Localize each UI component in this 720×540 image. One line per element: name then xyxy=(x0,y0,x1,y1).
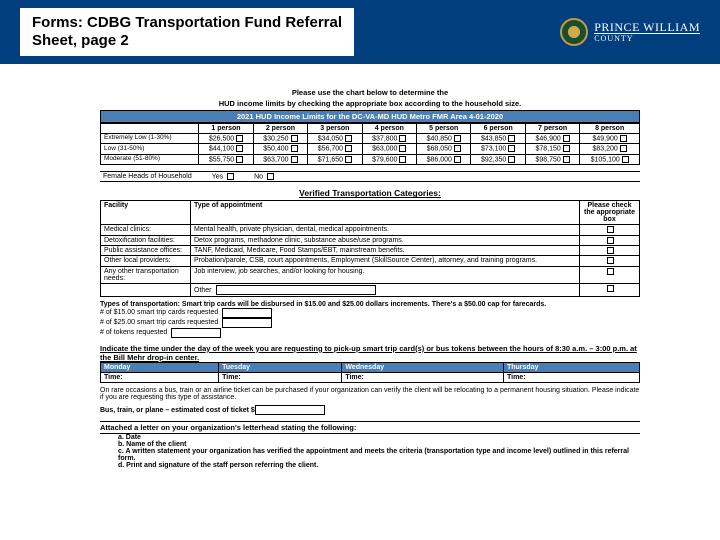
checkbox[interactable] xyxy=(345,145,352,152)
checkbox-no[interactable] xyxy=(267,173,274,180)
checkbox[interactable] xyxy=(607,226,614,233)
checkbox[interactable] xyxy=(291,145,298,152)
types-of-transportation: Types of transportation: Smart trip card… xyxy=(100,301,640,308)
categories-title: Verified Transportation Categories: xyxy=(100,188,640,198)
table-row: Medical clinics:Mental health, private p… xyxy=(101,225,640,235)
form-page: Please use the chart below to determine … xyxy=(0,64,720,469)
schedule-instruction: Indicate the time under the day of the w… xyxy=(100,344,640,362)
categories-table: Facility Type of appointment Please chec… xyxy=(100,200,640,296)
checkbox[interactable] xyxy=(236,145,243,152)
other-input[interactable] xyxy=(216,285,376,295)
attach-list: a. Date b. Name of the client c. A writt… xyxy=(100,434,640,469)
checkbox[interactable] xyxy=(399,156,406,163)
table-row: Public assistance offices:TANF, Medicaid… xyxy=(101,246,640,256)
checkbox[interactable] xyxy=(622,156,629,163)
table-row: Low (31-50%) $44,100 $50,400 $56,700 $63… xyxy=(101,144,640,154)
checkbox[interactable] xyxy=(563,145,570,152)
slide-title-box: Forms: CDBG Transportation Fund Referral… xyxy=(20,8,354,56)
county-name: PRINCE WILLIAM COUNTY xyxy=(594,21,700,43)
checkbox[interactable] xyxy=(620,145,627,152)
county-logo: PRINCE WILLIAM COUNTY xyxy=(560,18,700,46)
intro-line-2: HUD income limits by checking the approp… xyxy=(100,99,640,108)
checkbox[interactable] xyxy=(345,135,352,142)
checkbox[interactable] xyxy=(236,135,243,142)
table-row: MondayTuesdayWednesdayThursday xyxy=(101,362,640,372)
table-row: Any other transportation needs:Job inter… xyxy=(101,266,640,283)
checkbox[interactable] xyxy=(607,237,614,244)
table-row: Other xyxy=(101,283,640,296)
checkbox[interactable] xyxy=(454,135,461,142)
checkbox[interactable] xyxy=(236,156,243,163)
checkbox[interactable] xyxy=(563,156,570,163)
title-line-1: Forms: CDBG Transportation Fund Referral xyxy=(32,14,342,32)
income-table: 1 person2 person3 person4 person 5 perso… xyxy=(100,123,640,165)
checkbox[interactable] xyxy=(399,145,406,152)
checkbox[interactable] xyxy=(399,135,406,142)
attach-header: Attached a letter on your organization's… xyxy=(100,421,640,434)
seal-icon xyxy=(560,18,588,46)
checkbox[interactable] xyxy=(345,156,352,163)
title-line-2: Sheet, page 2 xyxy=(32,32,342,50)
checkbox[interactable] xyxy=(454,145,461,152)
checkbox[interactable] xyxy=(508,156,515,163)
intro-line-1: Please use the chart below to determine … xyxy=(100,88,640,97)
table-row: Facility Type of appointment Please chec… xyxy=(101,201,640,225)
qty-input[interactable] xyxy=(222,318,272,328)
table-row: 1 person2 person3 person4 person 5 perso… xyxy=(101,124,640,134)
checkbox[interactable] xyxy=(607,268,614,275)
income-table-title: 2021 HUD Income Limits for the DC-VA-MD … xyxy=(100,110,640,123)
qty-input[interactable] xyxy=(222,308,272,318)
cost-input[interactable] xyxy=(255,405,325,415)
checkbox-yes[interactable] xyxy=(227,173,234,180)
checkbox[interactable] xyxy=(508,145,515,152)
table-row: Other local providers:Probation/parole, … xyxy=(101,256,640,266)
schedule-table: MondayTuesdayWednesdayThursday Time:Time… xyxy=(100,362,640,383)
table-row: Moderate (51-80%) $55,750 $63,700 $71,65… xyxy=(101,154,640,164)
checkbox[interactable] xyxy=(607,247,614,254)
checkbox[interactable] xyxy=(563,135,570,142)
table-row: Time:Time:Time:Time: xyxy=(101,372,640,382)
table-row: Extremely Low (1-30%) $26,500 $30,250 $3… xyxy=(101,134,640,144)
female-head-row: Female Heads of Household Yes No xyxy=(100,171,640,182)
qty-input[interactable] xyxy=(171,328,221,338)
checkbox[interactable] xyxy=(454,156,461,163)
table-row: Detoxification facilities:Detox programs… xyxy=(101,235,640,245)
checkbox[interactable] xyxy=(607,257,614,264)
slide-header: Forms: CDBG Transportation Fund Referral… xyxy=(0,0,720,64)
checkbox[interactable] xyxy=(508,135,515,142)
checkbox[interactable] xyxy=(620,135,627,142)
checkbox[interactable] xyxy=(291,156,298,163)
checkbox[interactable] xyxy=(607,285,614,292)
checkbox[interactable] xyxy=(291,135,298,142)
rare-occasion-text: On rare occasions a bus, train or an air… xyxy=(100,387,640,401)
